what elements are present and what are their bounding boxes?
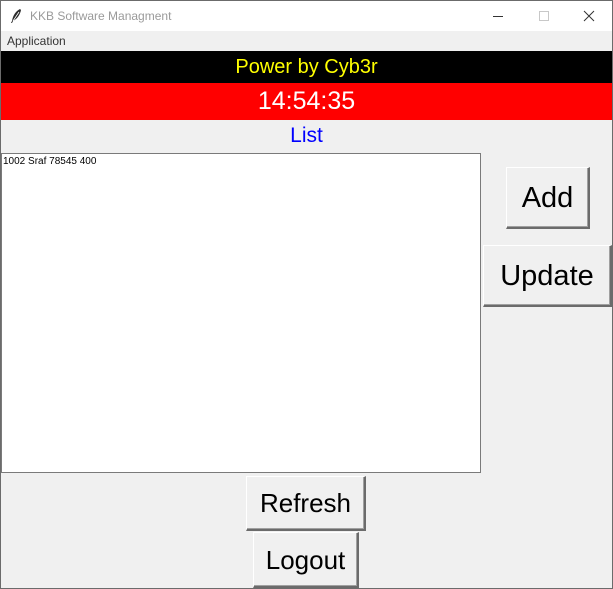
menu-bar: Application bbox=[1, 31, 612, 51]
title-bar[interactable]: KKB Software Managment bbox=[1, 1, 612, 31]
app-window: KKB Software Managment Application Power… bbox=[0, 0, 613, 589]
window-title: KKB Software Managment bbox=[30, 9, 172, 23]
close-button[interactable] bbox=[566, 1, 612, 31]
maximize-icon bbox=[539, 11, 549, 21]
logout-button[interactable]: Logout bbox=[253, 532, 359, 588]
menu-application[interactable]: Application bbox=[7, 34, 66, 48]
maximize-button[interactable] bbox=[521, 1, 567, 31]
update-button[interactable]: Update bbox=[483, 245, 612, 307]
list-title: List bbox=[290, 124, 323, 147]
add-button[interactable]: Add bbox=[506, 167, 590, 229]
close-icon bbox=[583, 10, 595, 22]
record-listbox[interactable]: 1002 Sraf 78545 400 bbox=[1, 153, 481, 473]
minimize-button[interactable] bbox=[475, 1, 521, 31]
minimize-icon bbox=[493, 16, 503, 17]
feather-icon bbox=[11, 9, 21, 23]
power-banner: Power by Cyb3r bbox=[1, 51, 612, 83]
refresh-button[interactable]: Refresh bbox=[246, 476, 366, 531]
clock-display: 14:54:35 bbox=[1, 83, 612, 120]
list-item[interactable]: 1002 Sraf 78545 400 bbox=[2, 154, 480, 168]
